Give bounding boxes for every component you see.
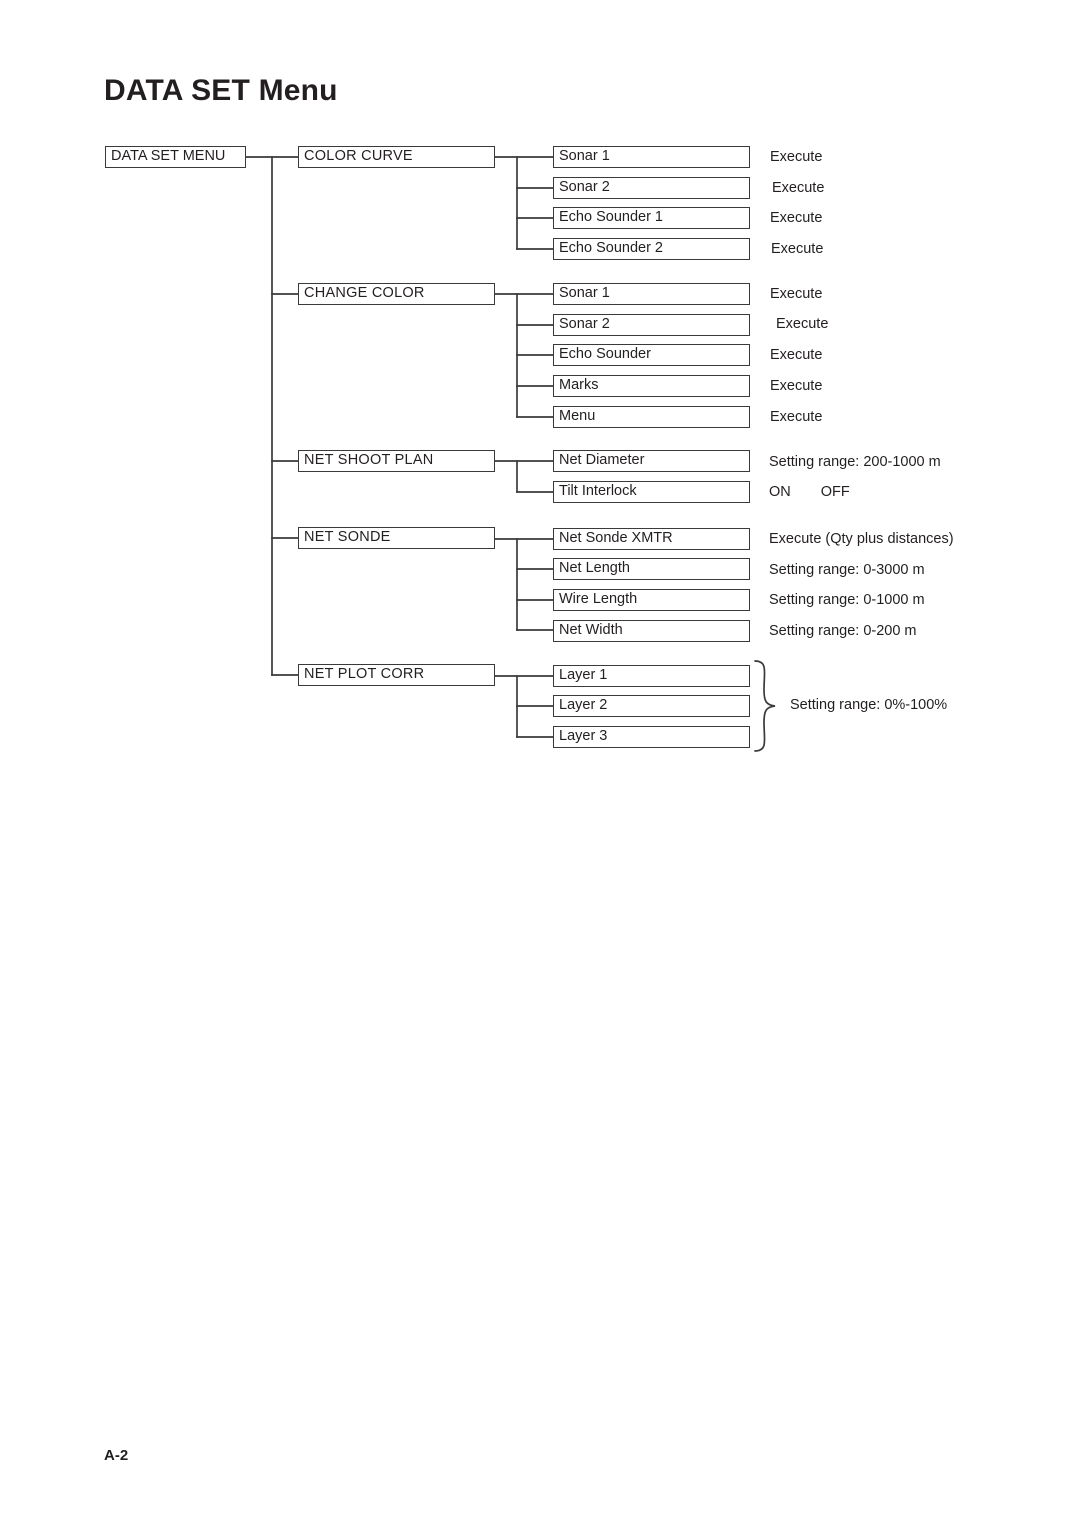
annotation-net-plot-corr-range: Setting range: 0%-100% [790,697,948,713]
node-net-sonde-xmtr[interactable]: Net Sonde XMTR [553,528,750,550]
node-color-curve[interactable]: COLOR CURVE [298,146,495,168]
node-color-curve-echo-sounder-1[interactable]: Echo Sounder 1 [553,207,750,229]
annotation-color-curve-sonar-2: Execute [772,180,825,196]
annotation-color-curve-echo-sounder-2: Execute [771,241,824,257]
annotation-tilt-interlock-options: ON OFF [769,483,850,502]
annotation-color-curve-sonar-1: Execute [770,149,823,165]
annotation-net-sonde-xmtr: Execute (Qty plus distances) [769,531,954,547]
node-color-curve-sonar-2[interactable]: Sonar 2 [553,177,750,199]
annotation-color-curve-echo-sounder-1: Execute [770,210,823,226]
node-layer-1[interactable]: Layer 1 [553,665,750,687]
annotation-net-diameter-range: Setting range: 200-1000 m [769,454,941,470]
node-net-plot-corr[interactable]: NET PLOT CORR [298,664,495,686]
node-net-length[interactable]: Net Length [553,558,750,580]
node-net-sonde[interactable]: NET SONDE [298,527,495,549]
annotation-change-color-echo-sounder: Execute [770,347,823,363]
tree-connector-lines [245,156,776,752]
node-net-diameter[interactable]: Net Diameter [553,450,750,472]
node-layer-3[interactable]: Layer 3 [553,726,750,748]
page-number: A-2 [104,1447,129,1464]
annotation-net-width-range: Setting range: 0-200 m [769,623,917,639]
node-change-color-marks[interactable]: Marks [553,375,750,397]
tilt-interlock-option-off[interactable]: OFF [821,483,850,502]
node-tilt-interlock[interactable]: Tilt Interlock [553,481,750,503]
node-data-set-menu[interactable]: DATA SET MENU [105,146,246,168]
layer-group-brace [754,660,776,752]
node-change-color-sonar-1[interactable]: Sonar 1 [553,283,750,305]
node-change-color[interactable]: CHANGE COLOR [298,283,495,305]
annotation-change-color-marks: Execute [770,378,823,394]
node-change-color-sonar-2[interactable]: Sonar 2 [553,314,750,336]
node-layer-2[interactable]: Layer 2 [553,695,750,717]
annotation-wire-length-range: Setting range: 0-1000 m [769,592,925,608]
node-net-shoot-plan[interactable]: NET SHOOT PLAN [298,450,495,472]
node-change-color-menu[interactable]: Menu [553,406,750,428]
node-wire-length[interactable]: Wire Length [553,589,750,611]
annotation-net-length-range: Setting range: 0-3000 m [769,562,925,578]
annotation-change-color-sonar-2: Execute [776,316,829,332]
tilt-interlock-option-on[interactable]: ON [769,483,791,502]
data-set-menu-tree-diagram: DATA SET MENU COLOR CURVE Sonar 1 Execut… [0,0,1080,900]
node-color-curve-sonar-1[interactable]: Sonar 1 [553,146,750,168]
node-color-curve-echo-sounder-2[interactable]: Echo Sounder 2 [553,238,750,260]
node-change-color-echo-sounder[interactable]: Echo Sounder [553,344,750,366]
annotation-change-color-menu: Execute [770,409,823,425]
node-net-width[interactable]: Net Width [553,620,750,642]
annotation-change-color-sonar-1: Execute [770,286,823,302]
